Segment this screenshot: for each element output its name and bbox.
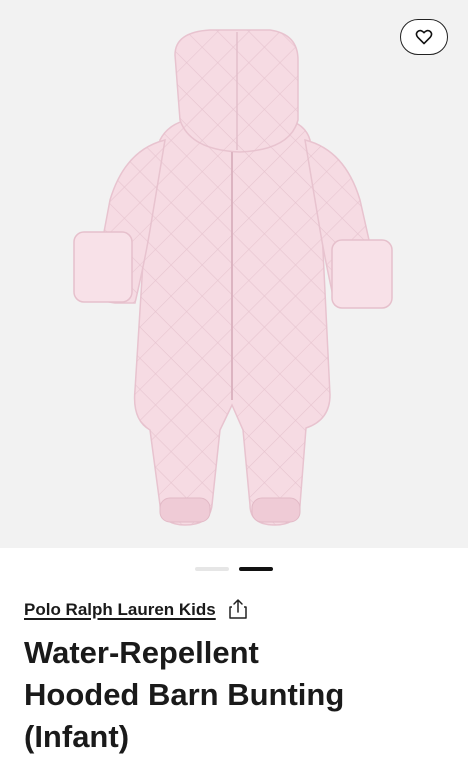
brand-link[interactable]: Polo Ralph Lauren Kids — [24, 600, 216, 620]
share-icon — [229, 599, 247, 619]
product-image-area[interactable] — [0, 0, 468, 548]
product-title-line: Water-Repellent — [24, 635, 259, 670]
image-carousel-indicator — [0, 567, 468, 573]
brand-row: Polo Ralph Lauren Kids — [24, 598, 250, 622]
product-title: Water-Repellent Hooded Barn Bunting (Inf… — [24, 632, 444, 758]
product-image — [73, 29, 393, 526]
heart-outline-icon — [415, 29, 433, 45]
product-title-line: (Infant) — [24, 719, 130, 754]
product-title-line: Hooded Barn Bunting — [24, 677, 345, 712]
carousel-dot-1[interactable] — [195, 567, 229, 571]
favorite-button[interactable] — [400, 19, 448, 55]
share-button[interactable] — [228, 598, 250, 622]
carousel-dot-2[interactable] — [239, 567, 273, 571]
